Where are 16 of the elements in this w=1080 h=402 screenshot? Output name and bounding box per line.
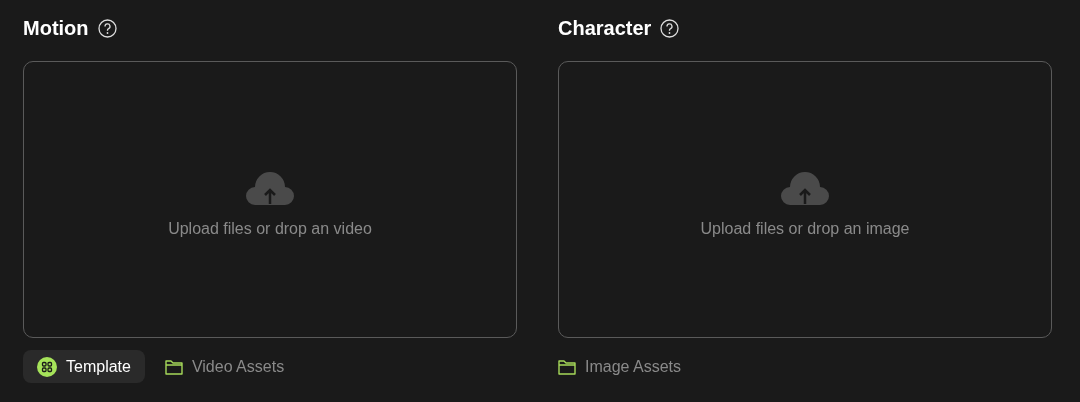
- template-button[interactable]: Template: [23, 350, 145, 383]
- folder-icon: [164, 358, 183, 375]
- assets-button[interactable]: Image Assets: [558, 350, 696, 383]
- grid-icon: [37, 356, 57, 377]
- assets-button[interactable]: Video Assets: [150, 350, 299, 383]
- upload-hint: Upload files or drop an image: [700, 219, 910, 238]
- help-icon[interactable]: [660, 18, 680, 38]
- cloud-upload-icon: [245, 171, 295, 206]
- help-icon[interactable]: [97, 18, 117, 38]
- upload-dropzone[interactable]: Upload files or drop an video: [23, 61, 517, 338]
- cloud-upload-icon: [780, 171, 830, 206]
- section-title: Character: [558, 16, 652, 40]
- upload-dropzone[interactable]: Upload files or drop an image: [558, 61, 1052, 338]
- folder-icon: [558, 358, 576, 375]
- upload-hint: Upload files or drop an video: [168, 219, 372, 238]
- section-title: Motion: [23, 16, 89, 40]
